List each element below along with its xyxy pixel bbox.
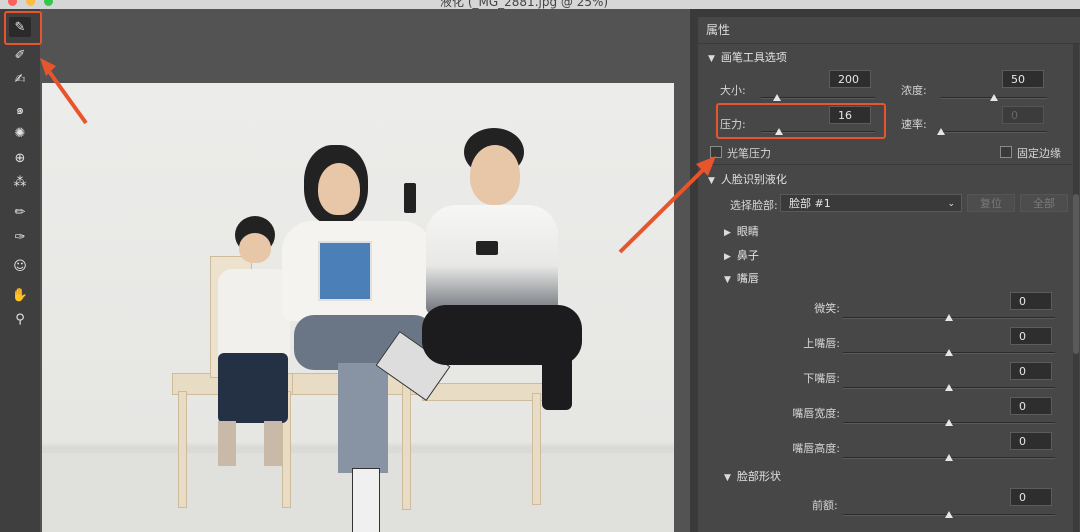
- mouth-item-field[interactable]: 0: [1010, 292, 1052, 310]
- mouth-item-slider-knob[interactable]: [945, 314, 953, 321]
- select-face-dropdown[interactable]: 脸部 #1 ⌄: [780, 194, 962, 212]
- density-label: 浓度:: [901, 84, 927, 97]
- divider: [700, 164, 1072, 165]
- freeze-mask-tool-icon[interactable]: ✏: [9, 202, 31, 222]
- brush-options-title: 画笔工具选项: [720, 51, 787, 64]
- eyes-title: 眼睛: [736, 225, 759, 238]
- zoom-window-button[interactable]: [44, 0, 53, 6]
- size-label: 大小:: [720, 84, 746, 97]
- zoom-tool-icon[interactable]: ⚲: [9, 309, 31, 329]
- tool-bar: ✎ ✐ ✍ ๑ ✺ ⊕ ⁂ ✏ ✑ ☺ ✋ ⚲: [0, 9, 41, 532]
- brush-options-section[interactable]: ▼ 画笔工具选项: [708, 49, 787, 65]
- chair-leg: [402, 383, 411, 510]
- collapse-triangle-icon: ▼: [724, 473, 731, 483]
- mouth-item-slider-knob[interactable]: [945, 454, 953, 461]
- size-slider-knob[interactable]: [772, 94, 781, 101]
- mouth-item-slider-knob[interactable]: [945, 349, 953, 356]
- reconstruct-tool-icon[interactable]: ✐: [9, 45, 31, 65]
- face-aware-liquify-section[interactable]: ▼ 人脸识别液化: [708, 171, 787, 187]
- nose-title: 鼻子: [736, 249, 759, 262]
- thaw-mask-tool-icon[interactable]: ✑: [9, 227, 31, 247]
- mouth-item-slider-knob[interactable]: [945, 384, 953, 391]
- rate-label: 速率:: [901, 118, 927, 131]
- mouth-item-label: 上嘴唇:: [803, 337, 840, 350]
- bloat-tool-icon[interactable]: ⊕: [9, 148, 31, 168]
- density-slider-knob[interactable]: [990, 94, 998, 101]
- mouth-item-label: 微笑:: [814, 302, 840, 315]
- expand-triangle-icon: ▶: [724, 252, 731, 262]
- stylus-pressure-checkbox[interactable]: [710, 146, 722, 158]
- forehead-label: 前额:: [812, 499, 838, 512]
- mouth-item-field[interactable]: 0: [1010, 432, 1052, 450]
- mouth-item-slider-knob[interactable]: [945, 419, 953, 426]
- forehead-slider-knob[interactable]: [945, 511, 953, 518]
- panel-resize-handle[interactable]: [690, 9, 696, 532]
- pucker-tool-icon[interactable]: ✺: [9, 123, 31, 143]
- chair-leg: [178, 391, 187, 508]
- face-shape-title: 脸部形状: [736, 470, 781, 483]
- rate-slider[interactable]: [941, 131, 1047, 133]
- collapse-triangle-icon: ▼: [724, 275, 731, 285]
- close-window-button[interactable]: [8, 0, 17, 6]
- rate-slider-knob[interactable]: [937, 128, 945, 135]
- pressure-highlight-box: [716, 103, 886, 139]
- window-title: 液化 (_MG_2881.jpg @ 25%): [440, 0, 609, 9]
- panel-scrollbar[interactable]: [1073, 44, 1079, 532]
- mouth-item-label: 嘴唇高度:: [792, 442, 840, 455]
- reset-button[interactable]: 复位: [967, 194, 1015, 212]
- density-field[interactable]: 50: [1002, 70, 1044, 88]
- tool-highlight-box: [4, 11, 42, 45]
- smooth-tool-icon[interactable]: ✍: [9, 69, 31, 89]
- face-tool-icon[interactable]: ☺: [9, 256, 31, 276]
- chair-leg: [532, 393, 541, 505]
- mouth-item-field[interactable]: 0: [1010, 362, 1052, 380]
- panel-title: 属性: [698, 17, 1080, 44]
- push-left-tool-icon[interactable]: ⁂: [9, 172, 31, 192]
- eyes-section[interactable]: ▶ 眼睛: [724, 223, 759, 239]
- scrollbar-thumb[interactable]: [1073, 194, 1079, 354]
- mouth-title: 嘴唇: [736, 272, 759, 285]
- hand-tool-icon[interactable]: ✋: [9, 285, 31, 305]
- window-titlebar: 液化 (_MG_2881.jpg @ 25%): [0, 0, 1080, 9]
- stylus-pressure-label: 光笔压力: [727, 147, 771, 160]
- size-field[interactable]: 200: [829, 70, 871, 88]
- nose-section[interactable]: ▶ 鼻子: [724, 247, 759, 263]
- pin-edges-label: 固定边缘: [1017, 147, 1061, 160]
- minimize-window-button[interactable]: [26, 0, 35, 6]
- pin-edges-checkbox[interactable]: [1000, 146, 1012, 158]
- canvas-area[interactable]: [40, 9, 690, 532]
- all-button[interactable]: 全部: [1020, 194, 1068, 212]
- dropdown-chevron-icon: ⌄: [947, 199, 955, 209]
- collapse-triangle-icon: ▼: [708, 176, 715, 186]
- face-shape-section[interactable]: ▼ 脸部形状: [724, 468, 781, 484]
- photo-canvas[interactable]: [42, 83, 674, 532]
- expand-triangle-icon: ▶: [724, 228, 731, 238]
- mouth-item-label: 嘴唇宽度:: [792, 407, 840, 420]
- mouth-item-label: 下嘴唇:: [803, 372, 840, 385]
- rate-field[interactable]: 0: [1002, 106, 1044, 124]
- select-face-value: 脸部 #1: [789, 197, 831, 210]
- twirl-tool-icon[interactable]: ๑: [9, 99, 31, 119]
- face-aware-liquify-title: 人脸识别液化: [720, 173, 787, 186]
- mouth-section[interactable]: ▼ 嘴唇: [724, 270, 759, 286]
- collapse-triangle-icon: ▼: [708, 54, 715, 64]
- mouth-item-field[interactable]: 0: [1010, 327, 1052, 345]
- forehead-field[interactable]: 0: [1010, 488, 1052, 506]
- mouth-item-field[interactable]: 0: [1010, 397, 1052, 415]
- select-face-label: 选择脸部:: [730, 199, 778, 212]
